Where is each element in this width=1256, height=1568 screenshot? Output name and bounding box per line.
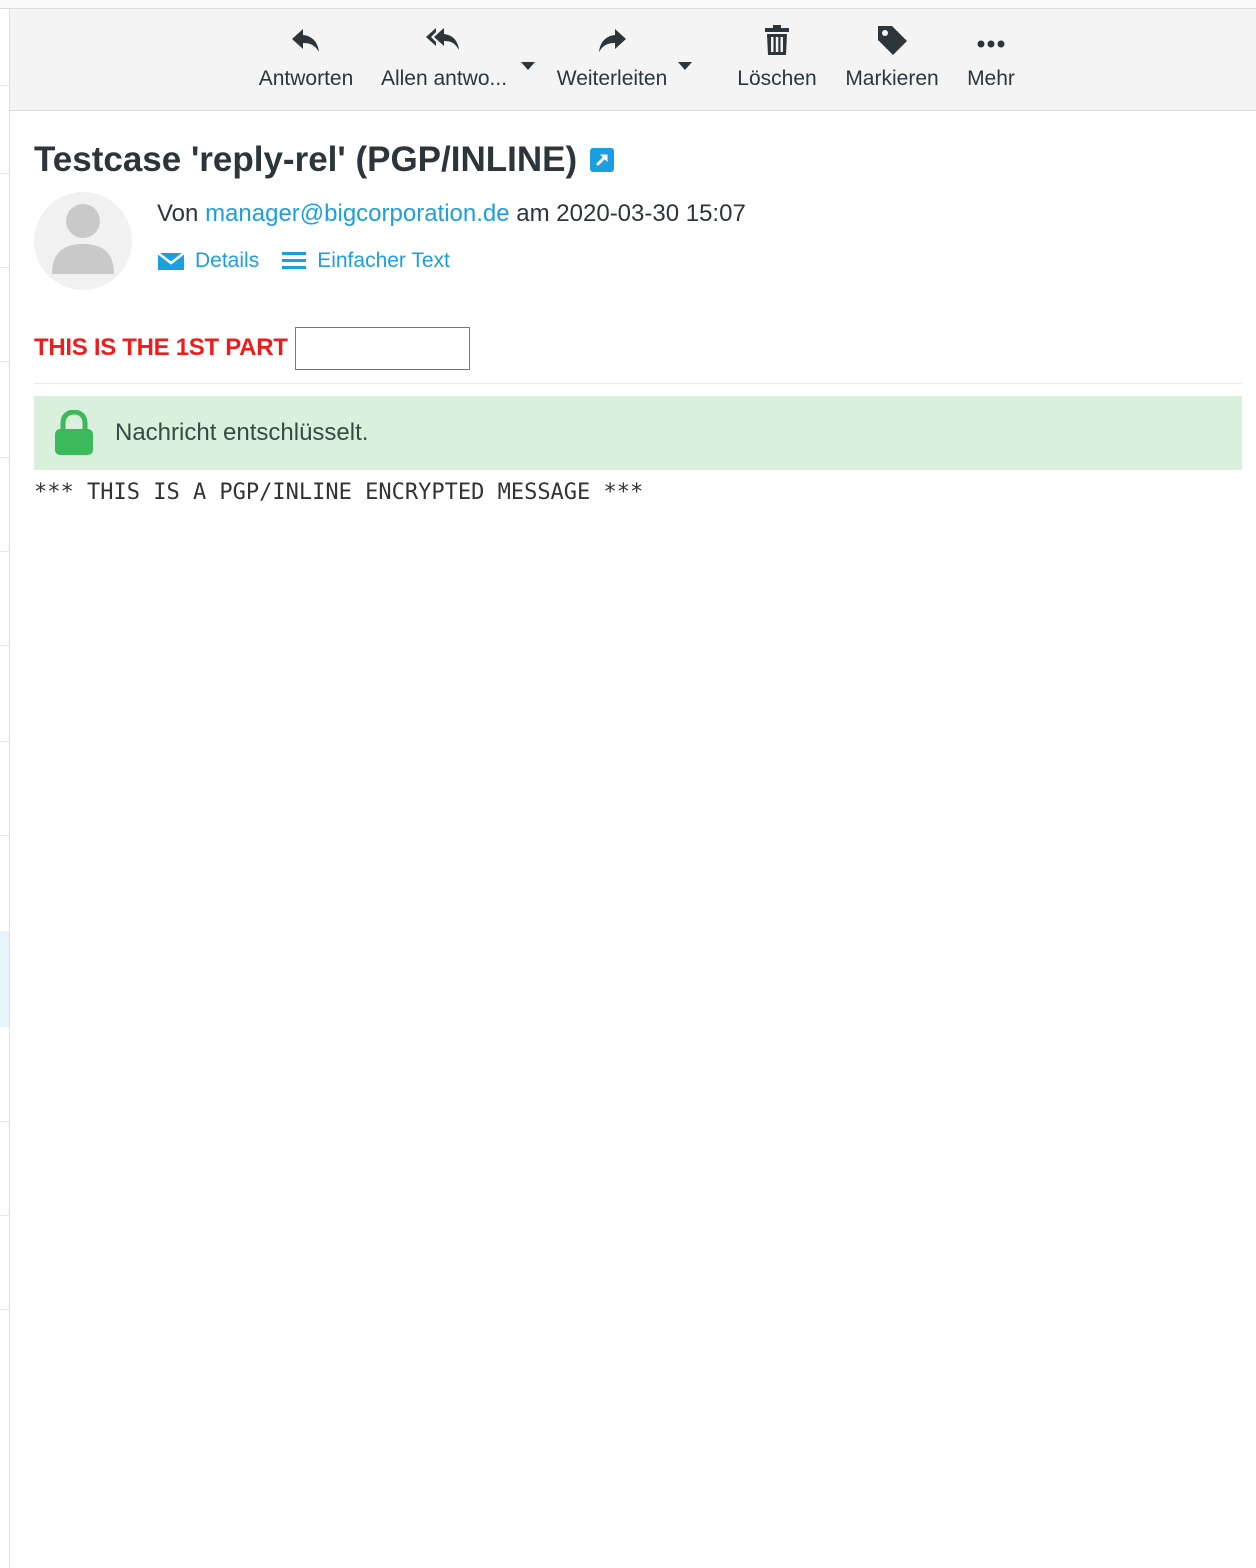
reply-all-icon [374, 23, 514, 59]
user-avatar-icon [52, 204, 114, 274]
list-divider [0, 835, 9, 836]
reply-button[interactable]: Antworten [252, 23, 360, 103]
first-part-input[interactable] [294, 326, 470, 370]
reply-label: Antworten [258, 67, 354, 90]
mark-label: Markieren [845, 67, 939, 90]
forward-dropdown-icon[interactable] [677, 61, 693, 71]
subject-row: Testcase 'reply-rel' (PGP/INLINE) [34, 138, 615, 182]
list-divider [0, 551, 9, 552]
sender-avatar [34, 192, 132, 290]
message-date: 2020-03-30 15:07 [556, 200, 746, 227]
details-label: Details [195, 249, 260, 272]
reply-all-dropdown-icon[interactable] [520, 61, 536, 71]
reply-icon [252, 23, 360, 59]
details-link[interactable]: Details [157, 249, 259, 273]
ellipsis-icon [956, 23, 1026, 59]
list-divider [0, 173, 9, 174]
header-links: Details Einfacher Text [157, 244, 450, 278]
window-top-edge [0, 0, 1256, 9]
decryption-status-text: Nachricht entschlüsselt. [115, 419, 369, 446]
list-divider [0, 1309, 9, 1310]
envelope-icon [157, 252, 185, 270]
lock-icon [55, 410, 93, 455]
mark-button[interactable]: Markieren [838, 23, 946, 103]
external-link-icon[interactable] [589, 147, 615, 173]
first-part: THIS IS THE 1ST PART [34, 326, 470, 370]
trash-icon [730, 23, 824, 59]
tag-icon [838, 23, 946, 59]
forward-icon [550, 23, 674, 59]
reply-all-label: Allen antwo... [380, 67, 508, 90]
lines-icon [282, 252, 307, 269]
selected-list-row-edge [0, 931, 9, 1027]
list-divider [0, 741, 9, 742]
sender-line: Von manager@bigcorporation.de am 2020-03… [157, 200, 746, 228]
part-separator [34, 383, 1242, 384]
list-divider [0, 645, 9, 646]
plain-text-link[interactable]: Einfacher Text [281, 249, 450, 273]
list-divider [0, 361, 9, 362]
list-divider [0, 1215, 9, 1216]
message-list-edge [0, 9, 10, 1568]
message-toolbar: Antworten Allen antwo... Weiterleiten Lö… [10, 9, 1256, 111]
more-label: Mehr [967, 67, 1015, 90]
message-body: *** THIS IS A PGP/INLINE ENCRYPTED MESSA… [34, 480, 644, 505]
message-subject: Testcase 'reply-rel' (PGP/INLINE) [34, 140, 578, 179]
delete-label: Löschen [737, 67, 817, 90]
list-divider [0, 267, 9, 268]
forward-button[interactable]: Weiterleiten [550, 23, 674, 103]
first-part-label: THIS IS THE 1ST PART [34, 334, 288, 361]
list-divider [0, 85, 9, 86]
from-prefix: Von [157, 200, 199, 227]
forward-label: Weiterleiten [556, 67, 668, 90]
more-button[interactable]: Mehr [956, 23, 1026, 103]
delete-button[interactable]: Löschen [730, 23, 824, 103]
sender-email-link[interactable]: manager@bigcorporation.de [205, 200, 510, 227]
list-divider [0, 1121, 9, 1122]
plain-text-label: Einfacher Text [317, 249, 450, 272]
list-divider [0, 457, 9, 458]
date-prefix: am [516, 200, 550, 227]
reply-all-button[interactable]: Allen antwo... [374, 23, 514, 103]
decryption-status-box: Nachricht entschlüsselt. [34, 396, 1242, 470]
